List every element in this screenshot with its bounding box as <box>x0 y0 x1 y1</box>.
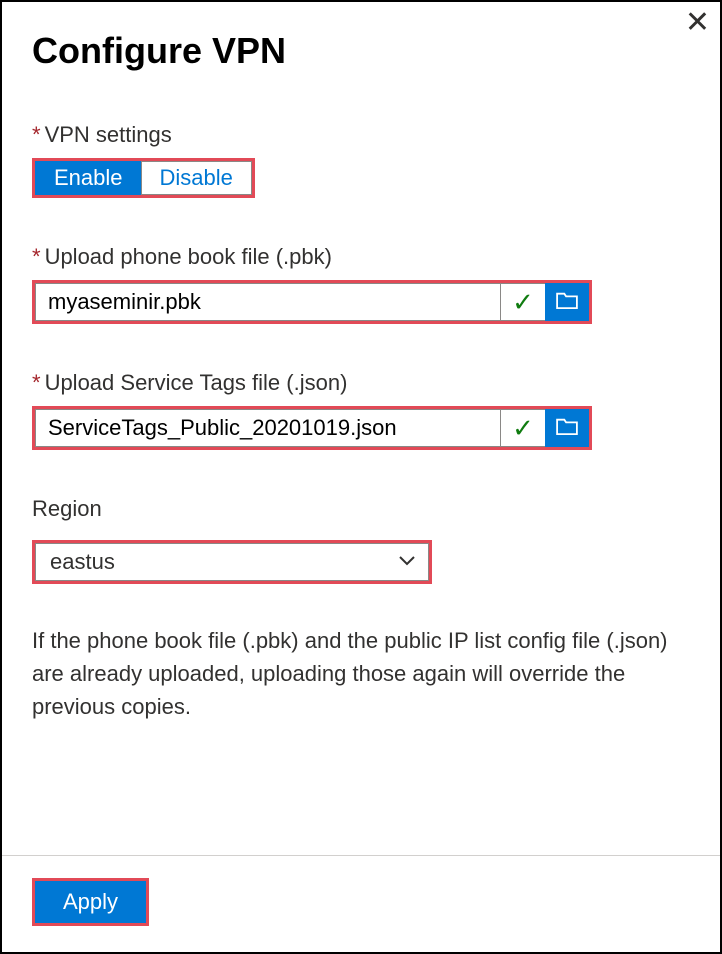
vpn-toggle: Enable Disable <box>32 158 255 198</box>
check-icon: ✓ <box>501 283 545 321</box>
panel-footer: Apply <box>2 855 720 952</box>
tags-picker: ✓ <box>32 406 592 450</box>
region-select[interactable]: eastus <box>32 540 432 584</box>
pbk-label: *Upload phone book file (.pbk) <box>32 244 690 270</box>
check-icon: ✓ <box>501 409 545 447</box>
pbk-picker: ✓ <box>32 280 592 324</box>
region-label: Region <box>32 496 690 522</box>
page-title: Configure VPN <box>32 30 690 72</box>
apply-button[interactable]: Apply <box>35 881 146 923</box>
vpn-settings-label: *VPN settings <box>32 122 690 148</box>
folder-icon <box>556 291 578 314</box>
vpn-disable-option[interactable]: Disable <box>141 161 252 195</box>
pbk-input[interactable] <box>35 283 501 321</box>
vpn-enable-option[interactable]: Enable <box>35 161 141 195</box>
override-note: If the phone book file (.pbk) and the pu… <box>32 624 672 723</box>
close-icon[interactable]: ✕ <box>685 8 710 38</box>
tags-input[interactable] <box>35 409 501 447</box>
tags-label: *Upload Service Tags file (.json) <box>32 370 690 396</box>
folder-icon <box>556 417 578 440</box>
tags-browse-button[interactable] <box>545 409 589 447</box>
pbk-browse-button[interactable] <box>545 283 589 321</box>
region-value: eastus <box>35 543 429 581</box>
